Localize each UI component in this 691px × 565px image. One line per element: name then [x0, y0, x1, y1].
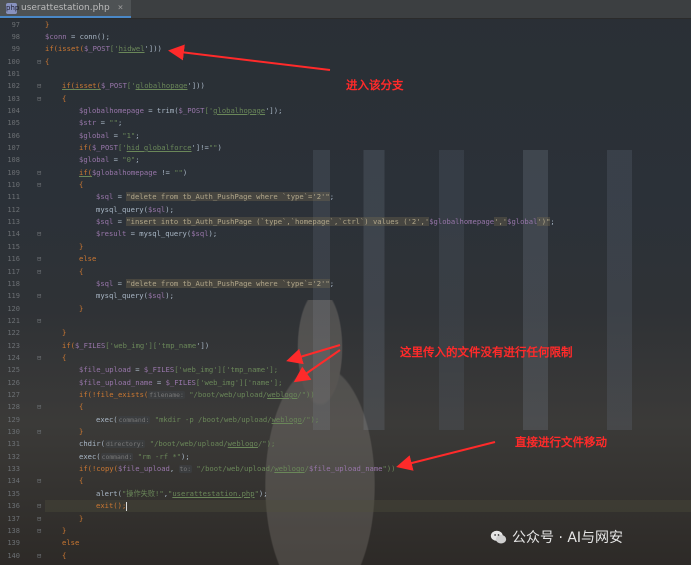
- arrow-no-restriction-1: [286, 344, 341, 365]
- watermark-text: 公众号 · AI与网安: [512, 530, 624, 546]
- annotation-enter-branch: 进入该分支: [346, 78, 404, 92]
- arrow-direct-move: [396, 441, 496, 471]
- wechat-icon: [490, 530, 507, 543]
- annotation-no-restriction: 这里传入的文件没有进行任何限制: [400, 345, 573, 359]
- ide-window: php userattestation.php × 97 98 99 100 ⊟ 101 1…: [0, 0, 691, 565]
- arrow-enter-branch: [168, 44, 331, 71]
- annotation-direct-move: 直接进行文件移动: [515, 435, 607, 449]
- arrow-no-restriction-2: [293, 349, 341, 383]
- watermark: 公众号 · AI与网安: [490, 527, 623, 547]
